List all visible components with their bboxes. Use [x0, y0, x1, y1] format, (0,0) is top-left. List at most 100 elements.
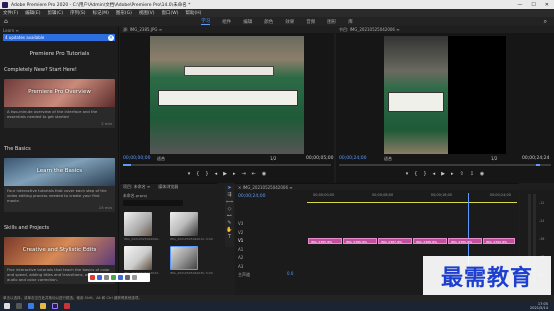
edge-icon[interactable] — [28, 303, 34, 309]
menu-window[interactable]: 窗口(W) — [162, 10, 179, 16]
track-label[interactable]: V3 — [238, 220, 250, 229]
project-search-input[interactable] — [123, 200, 183, 206]
source-scrub-bar[interactable] — [123, 164, 331, 166]
play-icon[interactable]: ▶ — [223, 171, 227, 177]
track-select-tool-icon[interactable]: ⇶ — [225, 192, 234, 199]
minimize-button[interactable]: — — [517, 2, 522, 8]
updates-banner[interactable]: 4 updates available × — [3, 34, 115, 41]
track-label[interactable]: A2 — [238, 254, 250, 263]
media-thumbnail[interactable] — [170, 246, 198, 270]
source-timecode-in[interactable]: 00;00;00;00 — [123, 156, 150, 161]
workspace-graphics[interactable]: 图形 — [327, 19, 336, 25]
timeline-clip[interactable]: IMG_2389.JPG — [448, 238, 482, 244]
program-tab[interactable]: 节目: IMG_20210525042006 ≡ — [336, 27, 554, 33]
timeline-clip[interactable]: IMG_2385.JPG — [308, 238, 342, 244]
premiere-icon[interactable] — [52, 303, 58, 309]
hand-tool-icon[interactable]: ✋ — [225, 227, 234, 234]
maximize-button[interactable]: ☐ — [531, 2, 535, 8]
app-icon[interactable] — [64, 303, 70, 309]
workspace-learn[interactable]: 学习 — [201, 18, 211, 25]
mark-in-icon[interactable]: { — [414, 171, 417, 177]
type-tool-icon[interactable]: T — [225, 234, 234, 241]
workspace-assembly[interactable]: 组件 — [222, 19, 231, 25]
tab-project[interactable]: 项目: 未命名 ≡ — [123, 184, 150, 190]
mark-in-icon[interactable]: { — [196, 171, 199, 177]
menu-help[interactable]: 帮助(H) — [185, 10, 201, 16]
timeline-ruler[interactable]: 00;00;00;00 00;00;08;00 00;00;16;00 00;0… — [307, 193, 517, 201]
start-icon[interactable] — [4, 303, 10, 309]
workspace-effects[interactable]: 效果 — [285, 19, 294, 25]
media-thumbnail[interactable] — [124, 246, 152, 270]
track-label[interactable]: V2 — [238, 229, 250, 238]
step-forward-icon[interactable]: ▸ — [233, 171, 236, 177]
track-label[interactable]: A1 — [238, 246, 250, 255]
marker-icon[interactable]: ▾ — [406, 171, 409, 177]
home-icon[interactable]: ⌂ — [4, 18, 8, 25]
ime-toolbar[interactable] — [88, 273, 150, 282]
workspace-libraries[interactable]: 库 — [348, 19, 353, 25]
track-label[interactable]: A3 — [238, 263, 250, 272]
source-resolution[interactable]: 1/2 — [270, 156, 276, 161]
media-thumbnail[interactable] — [170, 212, 198, 236]
close-button[interactable]: ✕ — [545, 2, 549, 8]
extract-icon[interactable]: ⇩ — [470, 171, 474, 177]
learn-tab[interactable]: Learn ≡ — [0, 27, 118, 33]
menu-markers[interactable]: 标记(M) — [93, 10, 109, 16]
marker-icon[interactable]: ▾ — [188, 171, 191, 177]
step-forward-icon[interactable]: ▸ — [451, 171, 454, 177]
pen-tool-icon[interactable]: ✎ — [225, 220, 234, 227]
work-area-bar[interactable] — [307, 202, 517, 203]
timeline-timecode[interactable]: 00;00;24;00 — [238, 194, 265, 199]
menu-edit[interactable]: 编辑(E) — [25, 10, 40, 16]
workspace-editing[interactable]: 编辑 — [243, 19, 252, 25]
track-label[interactable]: V1 — [238, 237, 250, 246]
tutorial-card-basics[interactable]: Learn the Basics Four interactive tutori… — [4, 158, 115, 212]
menu-view[interactable]: 视图(V) — [139, 10, 155, 16]
search-icon[interactable]: ⌕ — [544, 18, 547, 26]
program-timecode-in[interactable]: 00;00;24;00 — [339, 156, 366, 161]
timeline-clip[interactable]: IMG_2388.JPG — [413, 238, 447, 244]
program-scrub-bar[interactable] — [339, 164, 551, 166]
program-zoom-select[interactable]: 适合 — [384, 156, 392, 162]
ime-emoji-icon[interactable] — [111, 275, 116, 280]
program-resolution[interactable]: 1/2 — [491, 156, 497, 161]
razor-tool-icon[interactable]: ◇ — [225, 206, 234, 213]
search-icon[interactable] — [16, 303, 22, 309]
source-tab[interactable]: 源: IMG_2385.JPG ≡ — [120, 27, 334, 33]
workspace-color[interactable]: 颜色 — [264, 19, 273, 25]
source-zoom-select[interactable]: 适合 — [157, 156, 165, 162]
menu-graphics[interactable]: 图形(G) — [116, 10, 132, 16]
sequence-tab[interactable]: ✕ IMG_20210525042006 ≡ — [235, 184, 519, 190]
ime-voice-icon[interactable] — [118, 275, 123, 280]
ime-logo-icon[interactable] — [90, 275, 95, 280]
slip-tool-icon[interactable]: ⊷ — [225, 213, 234, 220]
menu-sequence[interactable]: 序列(S) — [70, 10, 85, 16]
export-frame-icon[interactable]: ◉ — [262, 171, 266, 177]
master-volume[interactable]: 0.0 — [287, 271, 293, 276]
insert-icon[interactable]: ⇥ — [242, 171, 246, 177]
tutorial-card-overview[interactable]: Premiere Pro Overview A two-minute overv… — [4, 79, 115, 128]
export-frame-icon[interactable]: ◉ — [480, 171, 484, 177]
selection-tool-icon[interactable]: ➤ — [225, 185, 234, 192]
ripple-edit-tool-icon[interactable]: ⟺ — [225, 199, 234, 206]
menu-clip[interactable]: 剪辑(C) — [47, 10, 63, 16]
ime-settings-icon[interactable] — [132, 275, 137, 280]
track-label[interactable]: 主声道 — [238, 271, 250, 280]
mark-out-icon[interactable]: } — [205, 171, 208, 177]
taskbar-date[interactable]: 2021/5/14 — [530, 306, 548, 310]
step-back-icon[interactable]: ◂ — [433, 171, 436, 177]
timeline-clip[interactable]: IMG_2387.JPG — [378, 238, 412, 244]
timeline-clip[interactable]: IMG_2390.JPG — [483, 238, 515, 244]
tab-media-browser[interactable]: 媒体浏览器 — [158, 184, 178, 190]
ime-keyboard-icon[interactable] — [125, 275, 130, 280]
overwrite-icon[interactable]: ⇤ — [252, 171, 256, 177]
play-icon[interactable]: ▶ — [441, 171, 445, 177]
workspace-audio[interactable]: 音频 — [306, 19, 315, 25]
step-back-icon[interactable]: ◂ — [215, 171, 218, 177]
menu-file[interactable]: 文件(F) — [3, 10, 18, 16]
close-icon[interactable]: × — [108, 34, 114, 41]
ime-punct-icon[interactable] — [104, 275, 109, 280]
folder-icon[interactable] — [40, 303, 46, 309]
media-thumbnail[interactable] — [124, 212, 152, 236]
timeline-clip[interactable]: IMG_2386.JPG — [343, 238, 377, 244]
